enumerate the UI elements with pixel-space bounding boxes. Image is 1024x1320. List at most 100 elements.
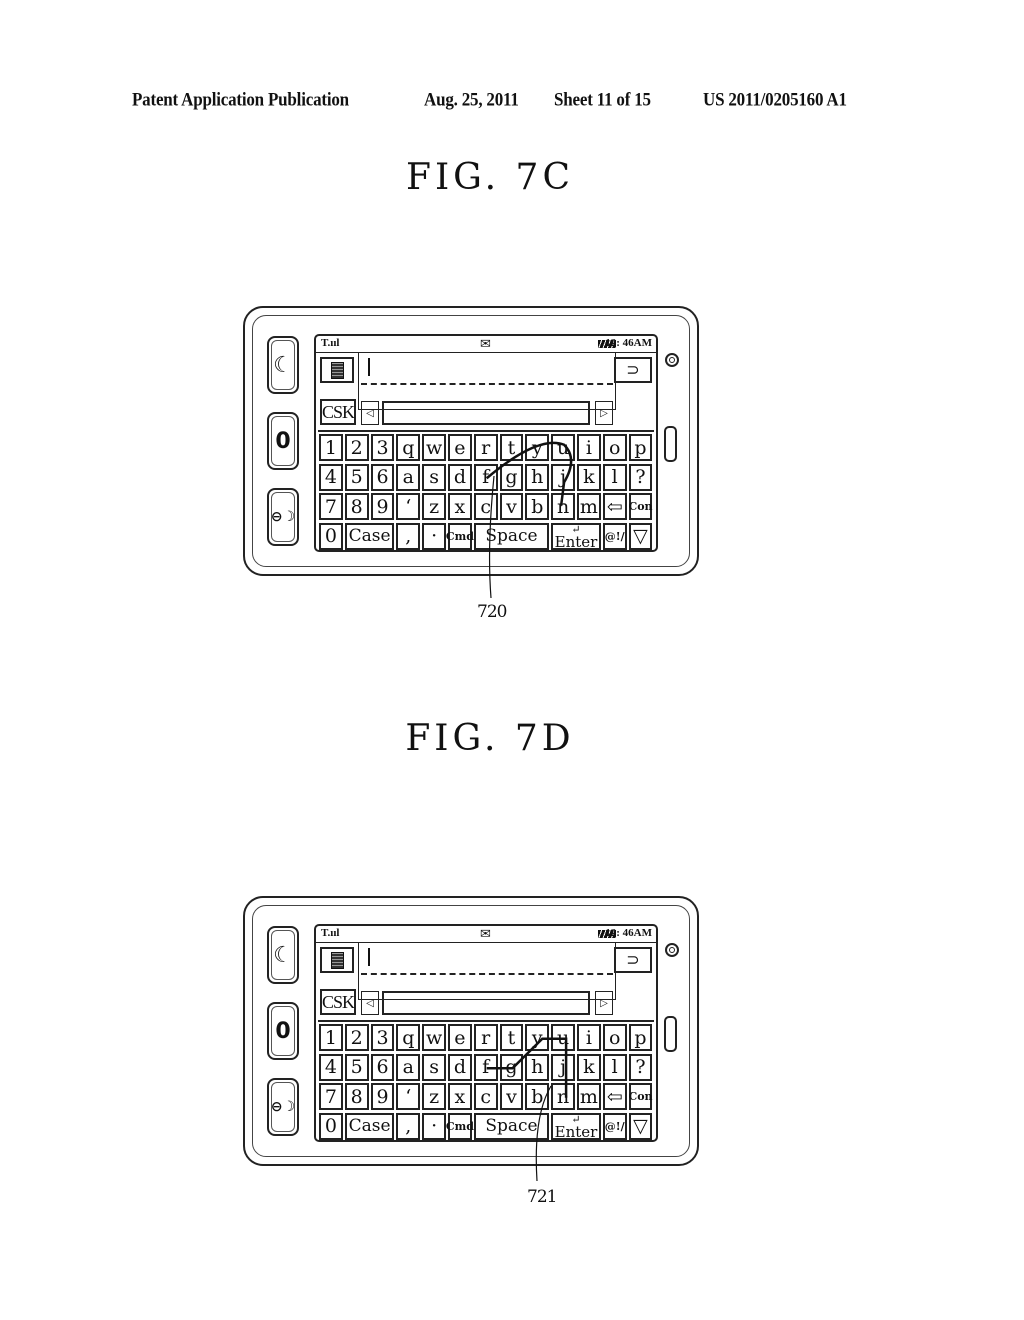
- key-2[interactable]: 2: [344, 434, 369, 461]
- key-e[interactable]: e: [448, 434, 472, 461]
- key-k[interactable]: k: [577, 1053, 601, 1081]
- key-t[interactable]: t: [499, 434, 524, 461]
- key-0[interactable]: 0: [319, 522, 343, 550]
- side-key[interactable]: [664, 1016, 677, 1052]
- key-1[interactable]: 1: [319, 1024, 343, 1051]
- key-u[interactable]: u: [551, 434, 575, 461]
- key-9[interactable]: 9: [370, 1083, 395, 1110]
- key-4[interactable]: 4: [319, 463, 343, 491]
- key-cmd[interactable]: Cmd: [446, 1112, 474, 1140]
- key-n[interactable]: n: [551, 1083, 575, 1110]
- key-j[interactable]: j: [551, 463, 575, 491]
- key-cmd[interactable]: Cmd: [446, 522, 474, 550]
- candidate-right-button[interactable]: ▷: [595, 401, 613, 425]
- key-enter[interactable]: ↵ Enter: [551, 522, 601, 550]
- key-symbol[interactable]: ·: [422, 522, 446, 550]
- key-j[interactable]: j: [551, 1053, 575, 1081]
- key-h[interactable]: h: [525, 1053, 550, 1081]
- back-button[interactable]: ⊃: [614, 947, 652, 973]
- key-a[interactable]: a: [396, 463, 421, 491]
- key-a[interactable]: a: [396, 1053, 421, 1081]
- key-g[interactable]: g: [499, 1053, 524, 1081]
- key-p[interactable]: p: [628, 434, 653, 461]
- key-x[interactable]: x: [448, 493, 472, 520]
- key-f[interactable]: f: [473, 1053, 498, 1081]
- key-3[interactable]: 3: [370, 1024, 395, 1051]
- key-5[interactable]: 5: [344, 463, 369, 491]
- key-symbol[interactable]: ʻ: [396, 493, 421, 520]
- key-l[interactable]: l: [602, 463, 627, 491]
- csk-button[interactable]: CSK: [320, 989, 356, 1015]
- key-y[interactable]: y: [525, 1024, 550, 1051]
- candidate-word-bar[interactable]: [382, 991, 590, 1015]
- key-s[interactable]: s: [422, 463, 446, 491]
- key-con[interactable]: Con: [628, 1083, 653, 1110]
- key-b[interactable]: b: [525, 1083, 550, 1110]
- key-v[interactable]: v: [499, 493, 524, 520]
- key-enter[interactable]: ↵ Enter: [551, 1112, 601, 1140]
- key-n[interactable]: n: [551, 493, 575, 520]
- key-p[interactable]: p: [628, 1024, 653, 1051]
- key-space[interactable]: Space: [473, 522, 550, 550]
- key-o[interactable]: o: [602, 434, 627, 461]
- key-h[interactable]: h: [525, 463, 550, 491]
- key-c[interactable]: c: [473, 493, 498, 520]
- call-button[interactable]: ☾: [267, 336, 299, 394]
- key-8[interactable]: 8: [344, 493, 369, 520]
- menu-button[interactable]: [320, 947, 354, 973]
- candidate-left-button[interactable]: ◁: [361, 401, 379, 425]
- key-g[interactable]: g: [499, 463, 524, 491]
- key-q[interactable]: q: [396, 1024, 421, 1051]
- key-symbol[interactable]: ·: [422, 1112, 446, 1140]
- key-symbol[interactable]: ▽: [628, 522, 653, 550]
- key-d[interactable]: d: [448, 463, 472, 491]
- menu-button[interactable]: [320, 357, 354, 383]
- key-w[interactable]: w: [422, 434, 446, 461]
- candidate-right-button[interactable]: ▷: [595, 991, 613, 1015]
- menu-button[interactable]: 0: [267, 412, 299, 470]
- key-z[interactable]: z: [422, 493, 446, 520]
- key-r[interactable]: r: [473, 1024, 498, 1051]
- csk-button[interactable]: CSK: [320, 399, 356, 425]
- key-9[interactable]: 9: [370, 493, 395, 520]
- key-i[interactable]: i: [577, 1024, 601, 1051]
- key-symbol[interactable]: @!/: [602, 522, 627, 550]
- key-c[interactable]: c: [473, 1083, 498, 1110]
- key-3[interactable]: 3: [370, 434, 395, 461]
- back-button[interactable]: ⊃: [614, 357, 652, 383]
- key-symbol[interactable]: ⇦: [602, 493, 627, 520]
- key-q[interactable]: q: [396, 434, 421, 461]
- key-8[interactable]: 8: [344, 1083, 369, 1110]
- candidate-word-bar[interactable]: [382, 401, 590, 425]
- key-z[interactable]: z: [422, 1083, 446, 1110]
- key-f[interactable]: f: [473, 463, 498, 491]
- key-symbol[interactable]: ?: [628, 1053, 653, 1081]
- key-0[interactable]: 0: [319, 1112, 343, 1140]
- key-symbol[interactable]: @!/: [602, 1112, 627, 1140]
- key-2[interactable]: 2: [344, 1024, 369, 1051]
- key-7[interactable]: 7: [319, 1083, 343, 1110]
- call-button[interactable]: ☾: [267, 926, 299, 984]
- key-i[interactable]: i: [577, 434, 601, 461]
- key-t[interactable]: t: [499, 1024, 524, 1051]
- menu-button[interactable]: 0: [267, 1002, 299, 1060]
- key-6[interactable]: 6: [370, 1053, 395, 1081]
- key-o[interactable]: o: [602, 1024, 627, 1051]
- key-symbol[interactable]: ,: [396, 522, 421, 550]
- key-v[interactable]: v: [499, 1083, 524, 1110]
- key-case[interactable]: Case: [344, 1112, 395, 1140]
- key-d[interactable]: d: [448, 1053, 472, 1081]
- key-w[interactable]: w: [422, 1024, 446, 1051]
- key-m[interactable]: m: [577, 493, 601, 520]
- key-4[interactable]: 4: [319, 1053, 343, 1081]
- side-key[interactable]: [664, 426, 677, 462]
- key-1[interactable]: 1: [319, 434, 343, 461]
- key-symbol[interactable]: ,: [396, 1112, 421, 1140]
- key-7[interactable]: 7: [319, 493, 343, 520]
- key-symbol[interactable]: ʻ: [396, 1083, 421, 1110]
- key-b[interactable]: b: [525, 493, 550, 520]
- key-e[interactable]: e: [448, 1024, 472, 1051]
- key-s[interactable]: s: [422, 1053, 446, 1081]
- key-con[interactable]: Con: [628, 493, 653, 520]
- key-symbol[interactable]: ?: [628, 463, 653, 491]
